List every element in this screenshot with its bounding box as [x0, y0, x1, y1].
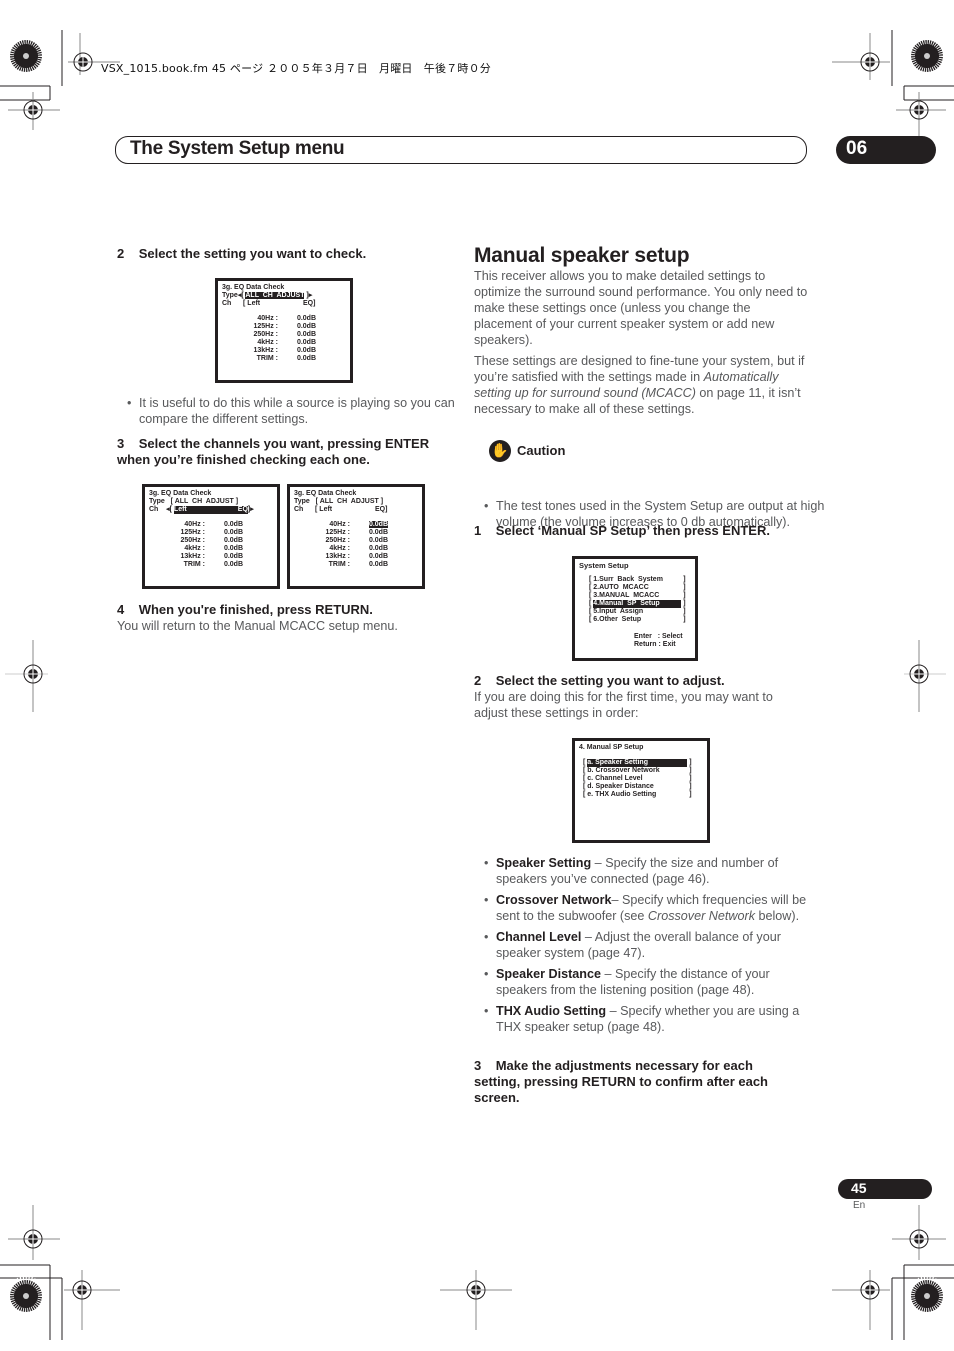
intro-paragraph-2: These settings are designed to fine-tune…	[474, 354, 805, 416]
page-number-badge: 45	[838, 1179, 932, 1199]
osd-menu-item: [ 5.Input Assign ]	[589, 608, 686, 615]
osd-eq-values: 40Hz :0.0dB 125Hz :0.0dB 250Hz :0.0dB 4k…	[253, 315, 316, 362]
osd-channel-selected: Left EQ	[173, 506, 248, 514]
language-label: En	[853, 1200, 866, 1211]
left-step-2: 2 Select the setting you want to check.	[117, 246, 367, 261]
osd-value-selected: 0.0dB	[368, 521, 388, 528]
chapter-number: 06	[846, 138, 868, 159]
right-step-2-body: If you are doing this for the first time…	[474, 690, 773, 720]
chapter-title-bar: The System Setup menu	[115, 136, 807, 164]
osd-eq-data-check-2: 3g. EQ Data Check Type [ ALL CH ADJUST ]…	[142, 484, 280, 589]
osd-menu-item: [ c. Channel Level ]	[583, 775, 692, 782]
osd-system-setup: System Setup [ 1.Surr Back System ][ 2.A…	[572, 556, 698, 661]
osd-menu-item-selected: [ 4.Manual SP Setup ]	[589, 600, 686, 608]
intro-paragraph-1: This receiver allows you to make detaile…	[474, 269, 808, 347]
osd-title: 4. Manual SP Setup	[579, 744, 644, 751]
osd-menu-item: [ d. Speaker Distance ]	[583, 783, 692, 790]
osd-title: System Setup	[579, 561, 629, 570]
osd-menu-item: [ 3.MANUAL MCACC ]	[589, 592, 686, 599]
setting-list-item: Speaker Setting – Specify the size and n…	[474, 855, 808, 887]
osd-menu-item: [ 1.Surr Back System ]	[589, 576, 686, 583]
right-step-2: 2 Select the setting you want to adjust.	[474, 673, 725, 688]
chapter-title: The System Setup menu	[130, 138, 345, 159]
osd-menu-item: [ 2.AUTO MCACC ]	[589, 584, 686, 591]
tip-bullet: It is useful to do this while a source i…	[117, 395, 474, 427]
osd-type-value-selected: ALL CH ADJUST	[245, 292, 305, 299]
osd-title: 3g. EQ Data Check	[222, 284, 285, 291]
setting-list-item: Channel Level – Adjust the overall balan…	[474, 929, 808, 961]
right-step-1: 1 Select ‘Manual SP Setup’ then press EN…	[474, 523, 770, 538]
osd-menu-item-selected: [ a. Speaker Setting ]	[583, 759, 692, 767]
setting-list-item: THX Audio Setting – Specify whether you …	[474, 1003, 808, 1035]
caution-heading: ✋ Caution	[489, 440, 565, 462]
osd-menu-item: [ b. Crossover Network ]	[583, 767, 692, 774]
star-target-icon	[10, 40, 42, 72]
setting-list-item: Speaker Distance – Specify the distance …	[474, 966, 808, 998]
osd-manual-sp-setup: 4. Manual SP Setup [ a. Speaker Setting …	[572, 738, 710, 843]
print-header: VSX_1015.book.fm 45 ページ ２００５年３月７日 月曜日 午後…	[101, 62, 491, 75]
settings-list: Speaker Setting – Specify the size and n…	[474, 855, 808, 1040]
caution-hand-icon: ✋	[489, 440, 511, 462]
left-step-4: 4 When you're finished, press RETURN.	[117, 602, 373, 617]
osd-menu-item: [ e. THX Audio Setting ]	[583, 791, 692, 798]
osd-eq-data-check-3: 3g. EQ Data Check Type [ ALL CH ADJUST ]…	[287, 484, 425, 589]
setting-list-item: Crossover Network– Specify which frequen…	[474, 892, 808, 924]
right-step-3: 3 Make the adjustments necessary for eac…	[474, 1058, 768, 1105]
page-number: 45	[851, 1180, 867, 1196]
osd-menu-item: [ 6.Other Setup ]	[589, 616, 686, 623]
section-heading: Manual speaker setup	[474, 244, 690, 267]
chapter-number-badge: 06	[836, 136, 936, 164]
left-step-3: 3 Select the channels you want, pressing…	[117, 436, 430, 467]
left-step-4-body: You will return to the Manual MCACC setu…	[117, 619, 398, 633]
osd-eq-data-check-1: 3g. EQ Data Check Type◂[ ALL CH ADJUST ]…	[215, 278, 353, 383]
